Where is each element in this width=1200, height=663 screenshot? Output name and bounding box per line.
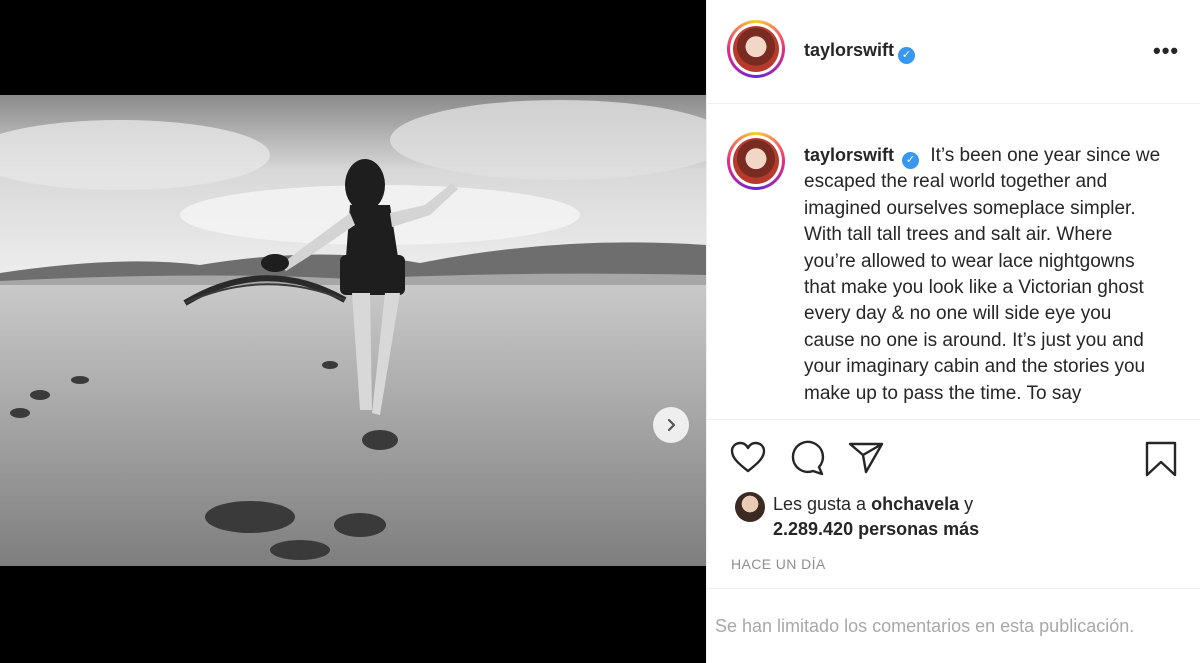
share-icon[interactable] — [847, 440, 885, 474]
caption-author-avatar[interactable] — [727, 132, 785, 190]
likes-prefix: Les gusta a — [773, 494, 867, 514]
caption-text: It’s been one year since we escaped the … — [804, 145, 1161, 404]
author-avatar[interactable] — [727, 20, 785, 78]
post-media — [0, 0, 706, 663]
verified-badge-icon: ✓ — [902, 152, 920, 169]
likes-text: Les gusta a ohchavela y 2.289.420 person… — [773, 492, 979, 542]
liker-avatar[interactable] — [735, 492, 765, 522]
post-actions — [707, 420, 1200, 490]
bookmark-icon[interactable] — [1144, 440, 1178, 478]
comments-section: Se han limitado los comentarios en esta … — [707, 588, 1200, 663]
post-timestamp[interactable]: HACE UN DÍA — [731, 556, 826, 572]
next-slide-button[interactable] — [653, 407, 689, 443]
likes-count[interactable]: 2.289.420 personas más — [773, 519, 979, 539]
post-side-panel: taylorswift ✓ ••• taylorswift ✓ It’s been … — [706, 0, 1200, 663]
caption-section: taylorswift ✓ It’s been one year since we… — [707, 104, 1200, 420]
post-caption: taylorswift ✓ It’s been one year since we… — [804, 142, 1164, 407]
comment-icon[interactable] — [788, 440, 826, 476]
caption-username[interactable]: taylorswift — [804, 145, 894, 165]
likes-joiner: y — [964, 494, 974, 514]
post-header: taylorswift ✓ ••• — [707, 0, 1200, 104]
chevron-right-icon — [667, 418, 676, 432]
more-options-icon[interactable]: ••• — [1153, 38, 1179, 64]
post-photo[interactable] — [0, 95, 706, 566]
comments-limited-notice: Se han limitado los comentarios en esta … — [715, 616, 1135, 636]
liker-username[interactable]: ohchavela — [871, 494, 959, 514]
heart-icon[interactable] — [729, 440, 767, 474]
verified-badge-icon: ✓ — [898, 47, 916, 64]
author-username[interactable]: taylorswift — [804, 40, 894, 60]
